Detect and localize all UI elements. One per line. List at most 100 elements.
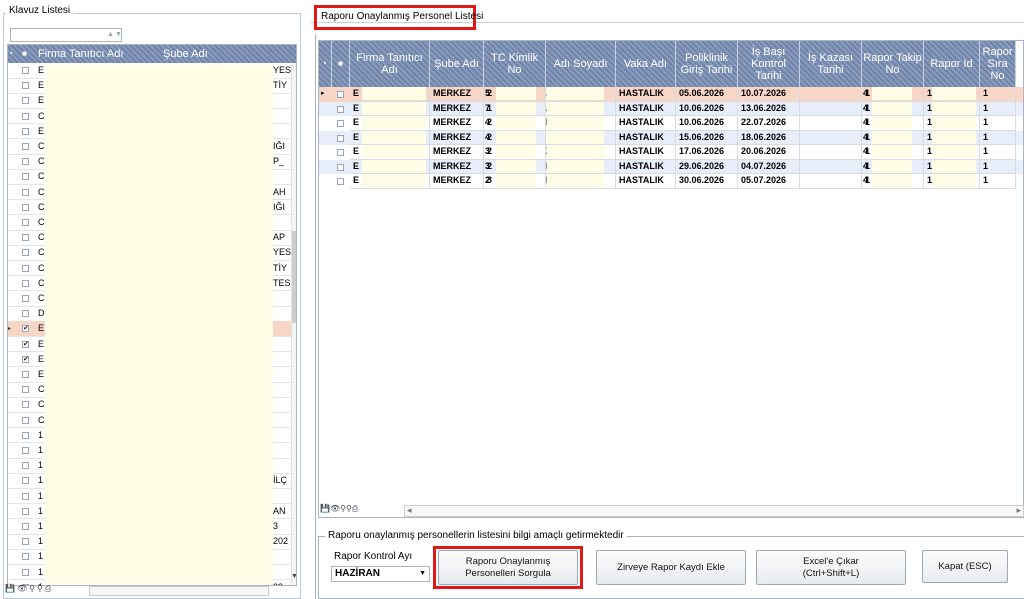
grid-cell-kaza[interactable] [800, 159, 862, 174]
grid-cell-tc[interactable]: 25 [484, 87, 546, 102]
grid-cell-vaka[interactable]: HASTALIK [616, 159, 676, 174]
row-checkbox[interactable] [337, 105, 344, 113]
arrow-left-icon[interactable]: ◂ [407, 505, 412, 516]
row-checkbox[interactable] [337, 91, 344, 98]
grid-col-header[interactable]: Vaka Adı [616, 41, 676, 87]
row-checkbox[interactable] [22, 371, 29, 378]
grid-cell-takip[interactable]: 14 [862, 87, 924, 102]
grid-cell-tc[interactable]: 23 [484, 159, 546, 174]
grid-col-header[interactable]: Adı Soyadı [546, 41, 616, 87]
grid-col-header[interactable]: İş Başı Kontrol Tarihi [738, 41, 800, 87]
row-checkbox[interactable] [22, 538, 29, 546]
grid-cell-adi[interactable] [546, 130, 616, 145]
grid-cell-id[interactable]: 1 [924, 130, 980, 145]
save-icon[interactable]: 💾 [320, 504, 330, 513]
grid-cell-vaka[interactable]: HASTALIK [616, 130, 676, 145]
vertical-scrollbar[interactable] [291, 63, 296, 585]
grid-cell-tc[interactable]: 24 [484, 116, 546, 131]
grid-cell-sube[interactable]: MERKEZ [430, 174, 484, 189]
row-checkbox[interactable] [22, 143, 29, 150]
row-checkbox[interactable] [22, 279, 29, 287]
grid-cell-takip[interactable]: 14 [862, 159, 924, 174]
row-checkbox[interactable] [22, 97, 29, 105]
grid-cell-id[interactable]: 1 [924, 87, 980, 102]
row-checkbox[interactable]: ✔ [22, 355, 29, 363]
grid-cell-id[interactable]: 1 [924, 174, 980, 189]
grid-cell-isbasi[interactable]: 20.06.2026 [738, 145, 800, 160]
grid-cell-sube[interactable]: MERKEZ [430, 159, 484, 174]
row-checkbox[interactable] [22, 127, 29, 135]
eye-icon[interactable]: 👁 [17, 584, 27, 593]
scroll-thumb[interactable] [292, 231, 296, 323]
grid-cell-isbasi[interactable]: 18.06.2026 [738, 130, 800, 145]
grid-cell-adi[interactable]: A [546, 101, 616, 116]
grid-cell-takip[interactable]: 14 [862, 101, 924, 116]
row-checkbox[interactable] [22, 82, 29, 90]
row-checkbox[interactable] [22, 203, 29, 211]
scroll-down-icon[interactable]: ▼ [291, 573, 296, 583]
grid-cell-sira[interactable]: 1 [980, 174, 1016, 189]
row-checkbox[interactable] [337, 163, 344, 171]
row-checkbox[interactable] [22, 431, 29, 439]
grid-cell-isbasi[interactable]: 04.07.2026 [738, 159, 800, 174]
row-checkbox[interactable]: ✔ [22, 340, 29, 348]
grid-cell-firma[interactable]: E [350, 174, 430, 189]
grid-cell-kaza[interactable] [800, 101, 862, 116]
grid-cell-adi[interactable]: . [546, 87, 616, 102]
grid-cell-id[interactable]: 1 [924, 159, 980, 174]
rapor-kontrol-ayi-select[interactable]: HAZİRAN ▼ [331, 566, 430, 582]
grid-cell-kaza[interactable] [800, 116, 862, 131]
row-checkbox[interactable]: ✔ [22, 325, 29, 333]
grid-cell-tc[interactable]: 32 [484, 174, 546, 189]
grid-cell-takip[interactable]: 14 [862, 130, 924, 145]
close-button[interactable]: Kapat (ESC) [922, 550, 1008, 583]
grid-cell-isbasi[interactable]: 22.07.2026 [738, 116, 800, 131]
grid-cell-poliklinik[interactable]: 10.06.2026 [676, 116, 738, 131]
grid-cell-adi[interactable]: X [546, 145, 616, 160]
eye-icon[interactable]: 👁 [330, 504, 340, 513]
grid-cell-takip[interactable]: 14 [862, 145, 924, 160]
grid-cell-sube[interactable]: MERKEZ [430, 145, 484, 160]
row-checkbox[interactable] [22, 447, 29, 454]
grid-cell-kaza[interactable] [800, 87, 862, 102]
table-row[interactable]: E MERKEZ 2 4 HASTALIK 15.06.2026 18.06.2026 1 4 1… [319, 130, 1023, 145]
grid-cell-poliklinik[interactable]: 29.06.2026 [676, 159, 738, 174]
grid-cell-adi[interactable]: M [546, 159, 616, 174]
grid-cell-vaka[interactable]: HASTALIK [616, 87, 676, 102]
table-row[interactable]: EMERKEZ23XHASTALIK17.06.202620.06.202614… [319, 145, 1023, 160]
grid-cell-isbasi[interactable]: 05.07.2026 [738, 174, 800, 189]
row-checkbox[interactable] [22, 416, 29, 424]
grid-col-header[interactable]: TC Kimlik No [484, 41, 546, 87]
query-button[interactable]: Raporu Onaylanmış Personelleri Sorgula [438, 550, 578, 585]
chevron-down-icon[interactable]: ▼ [115, 31, 122, 38]
grid-cell-id[interactable]: 1 [924, 101, 980, 116]
grid-horizontal-scrollbar[interactable]: ◂ ▸ [404, 505, 1024, 517]
table-row[interactable]: EMERKEZ32MHASTALIK30.06.202605.07.202614… [319, 174, 1023, 189]
grid-cell-isbasi[interactable]: 10.07.2026 [738, 87, 800, 102]
grid-cell-firma[interactable]: E [350, 116, 430, 131]
row-checkbox[interactable] [337, 149, 344, 156]
row-checkbox[interactable] [22, 158, 29, 166]
row-checkbox[interactable] [22, 234, 29, 242]
row-checkbox[interactable] [22, 523, 29, 530]
row-checkbox[interactable] [22, 310, 29, 318]
grid-col-header[interactable]: Şube Adı [430, 41, 484, 87]
grid-cell-firma[interactable]: E [350, 87, 430, 102]
row-checkbox[interactable] [22, 67, 29, 74]
row-checkbox[interactable] [22, 219, 29, 226]
row-checkbox[interactable] [22, 264, 29, 272]
grid-cell-poliklinik[interactable]: 15.06.2026 [676, 130, 738, 145]
grid-cell-adi[interactable]: M [546, 174, 616, 189]
print-icon[interactable]: ⎙ [352, 504, 358, 513]
grid-col-header[interactable]: İş Kazası Tarihi [800, 41, 862, 87]
row-checkbox[interactable] [22, 295, 29, 302]
row-checkbox[interactable] [337, 120, 344, 127]
grid-cell-poliklinik[interactable]: 17.06.2026 [676, 145, 738, 160]
grid-col-header[interactable]: Firma Tanıtıcı Adı [350, 41, 430, 87]
search-icon[interactable]: ⚲ [37, 584, 43, 593]
grid-cell-kaza[interactable] [800, 174, 862, 189]
table-row[interactable]: EMERKEZ17AHASTALIK10.06.202613.06.202614… [319, 101, 1023, 116]
row-checkbox[interactable] [22, 112, 29, 120]
grid-cell-firma[interactable]: E [350, 145, 430, 160]
zirve-button[interactable]: Zirveye Rapor Kaydı Ekle [596, 550, 746, 585]
